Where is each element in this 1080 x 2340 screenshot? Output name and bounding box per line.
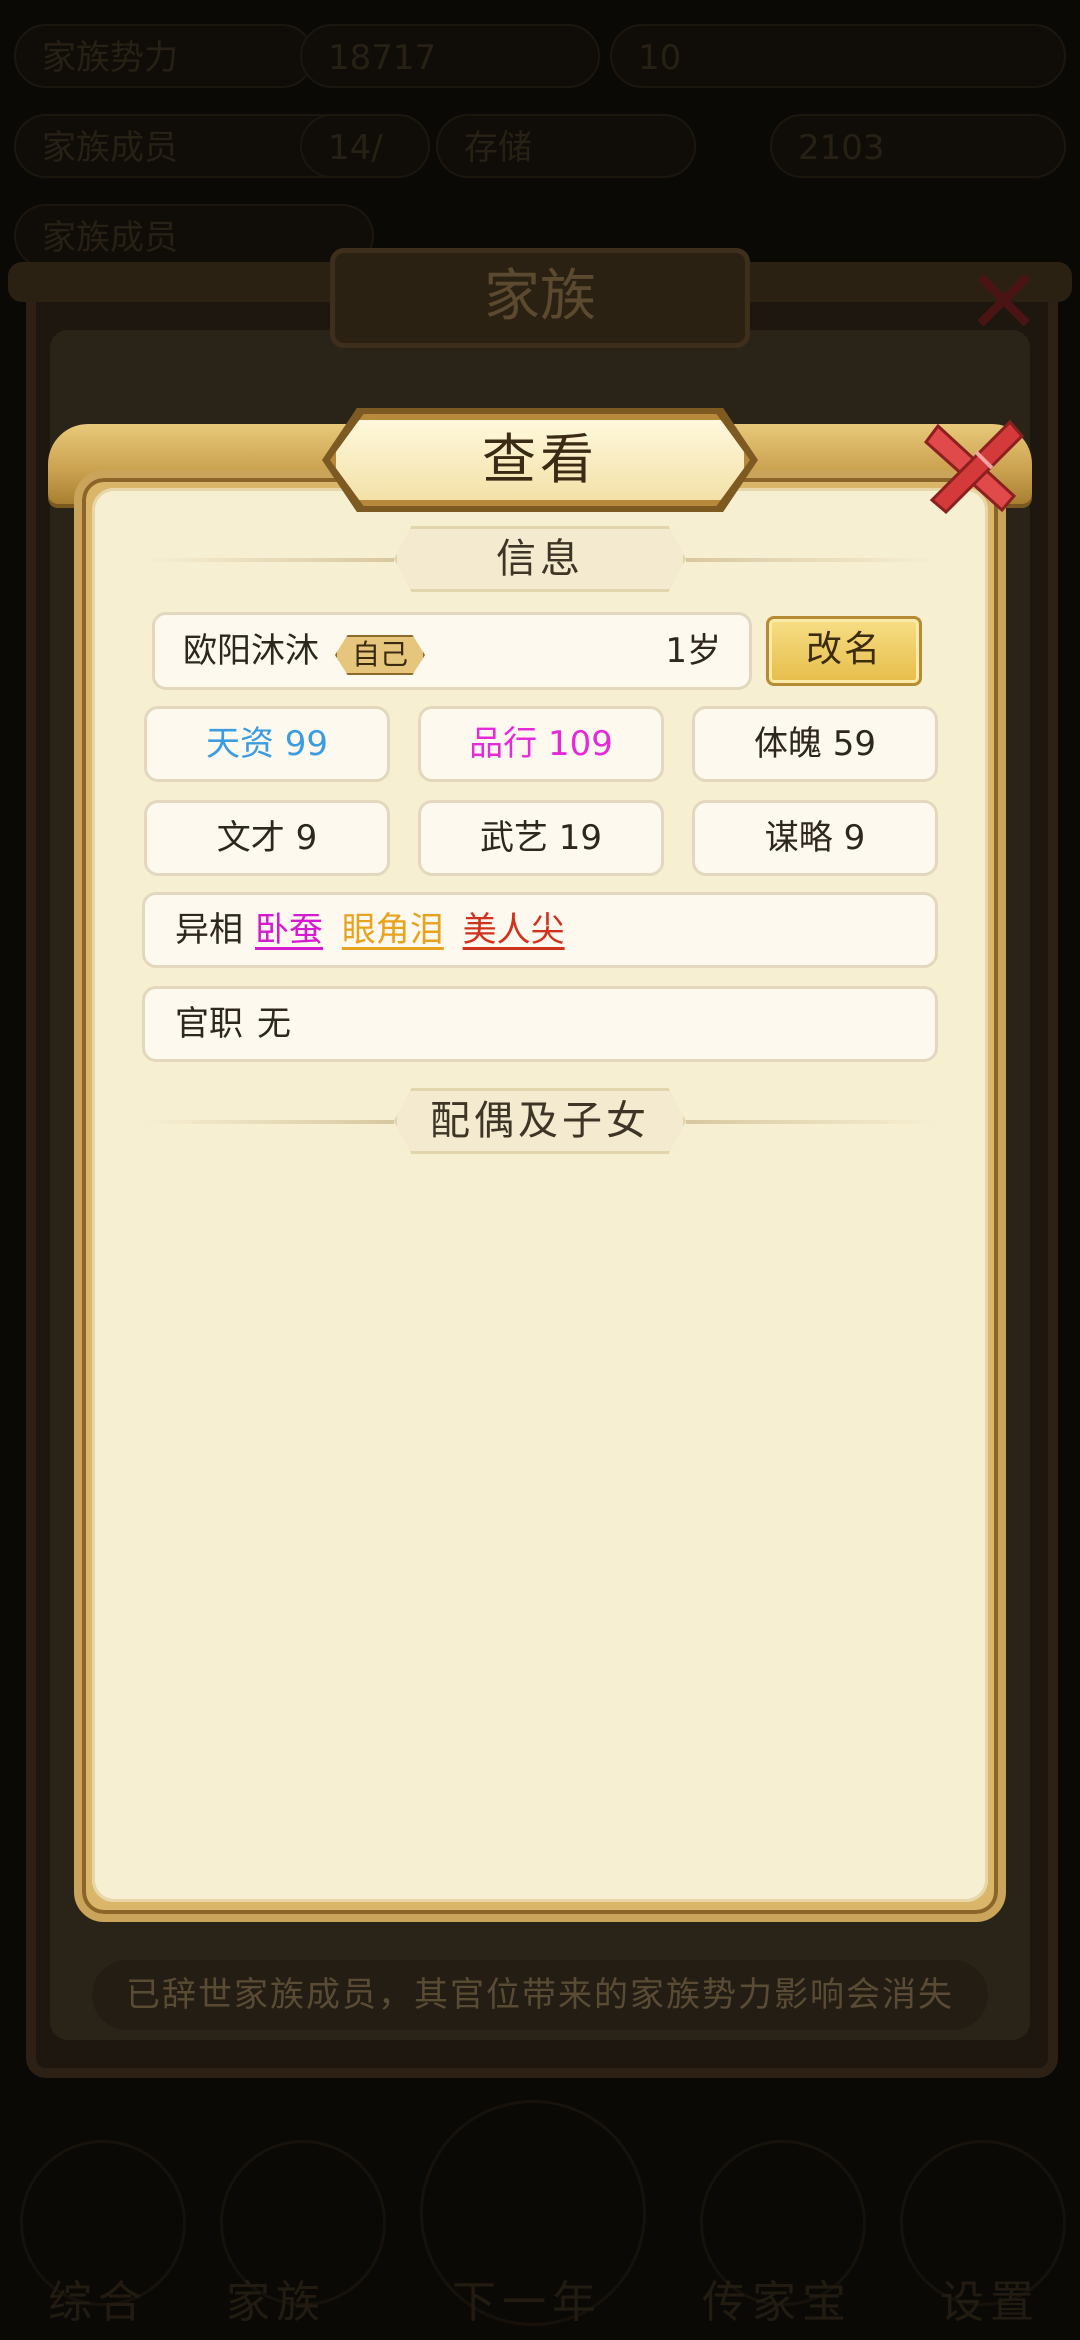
header-line-right (686, 1120, 936, 1124)
member-age: 1岁 (665, 631, 721, 671)
stat-conduct-value: 109 (547, 724, 613, 764)
trait-link-3[interactable]: 美人尖 (463, 910, 565, 950)
bg-nav-item-next-year: 下一年 (452, 2277, 602, 2328)
bg-pill-members-value: 14/ (300, 114, 430, 178)
stat-conduct-label: 品行 (469, 724, 548, 764)
header-line-right (686, 558, 936, 562)
stat-conduct: 品行 109 (418, 706, 664, 782)
family-section-header: 配偶及子女 (144, 1088, 936, 1154)
family-window-close-icon[interactable]: ✕ (966, 258, 1046, 348)
official-post-value: 无 (257, 1004, 291, 1044)
traits-card: 异相 卧蚕 眼角泪 美人尖 (142, 892, 938, 968)
self-badge: 自己 (335, 635, 425, 675)
stat-talent-label: 天资 (205, 724, 285, 764)
stat-strategy: 谋略 9 (692, 800, 938, 876)
bg-pill-coins: 2103 (770, 114, 1066, 178)
dialog-panel (92, 488, 988, 1902)
trait-link-2[interactable]: 眼角泪 (342, 910, 444, 950)
bg-pill-power-label: 家族势力 (14, 24, 314, 88)
info-section-title: 信息 (394, 526, 686, 592)
member-name: 欧阳沐沐 (183, 631, 319, 671)
header-line-left (144, 1120, 394, 1124)
bg-nav-item-overview: 综合 (48, 2277, 148, 2328)
bg-pill-storage: 存储 (436, 114, 696, 178)
stat-physique: 体魄 59 (692, 706, 938, 782)
trait-link-1[interactable]: 卧蚕 (255, 910, 323, 950)
traits-label: 异相 (175, 910, 243, 950)
dialog-title: 查看 (330, 414, 750, 506)
stat-talent-value: 99 (284, 724, 329, 764)
rename-button[interactable]: 改名 (766, 616, 922, 686)
bg-nav-item-settings: 设置 (940, 2277, 1040, 2328)
family-section-title: 配偶及子女 (394, 1088, 686, 1154)
bg-nav-item-heirloom: 传家宝 (702, 2277, 852, 2328)
bg-pill-power-value: 18717 (300, 24, 600, 88)
official-post-label: 官职 (175, 1004, 243, 1044)
member-name-card: 欧阳沐沐 自己 1岁 (152, 612, 752, 690)
stat-martial-label: 武艺 (479, 818, 559, 858)
info-section-header: 信息 (144, 526, 936, 592)
stat-martial-value: 19 (558, 818, 603, 858)
bg-pill-members-2: 家族成员 (14, 204, 374, 268)
bg-nav-item-family: 家族 (226, 2277, 326, 2328)
stat-literary-label: 文才 (216, 818, 296, 858)
traits-list: 卧蚕 眼角泪 美人尖 (255, 895, 573, 965)
stat-strategy-label: 谋略 (764, 818, 844, 858)
stat-literary: 文才 9 (144, 800, 390, 876)
stat-physique-label: 体魄 (753, 724, 833, 764)
deceased-hint-text: 已辞世家族成员，其官位带来的家族势力影响会消失 (92, 1960, 988, 2030)
close-icon[interactable] (918, 412, 1028, 522)
stat-strategy-value: 9 (843, 818, 866, 858)
family-window-title: 家族 (330, 248, 750, 348)
official-post-card: 官职 无 (142, 986, 938, 1062)
stat-talent: 天资 99 (144, 706, 390, 782)
header-line-left (144, 558, 394, 562)
stat-martial: 武艺 19 (418, 800, 664, 876)
bg-pill-count: 10 (610, 24, 1066, 88)
stat-physique-value: 59 (832, 724, 877, 764)
stat-literary-value: 9 (295, 818, 318, 858)
